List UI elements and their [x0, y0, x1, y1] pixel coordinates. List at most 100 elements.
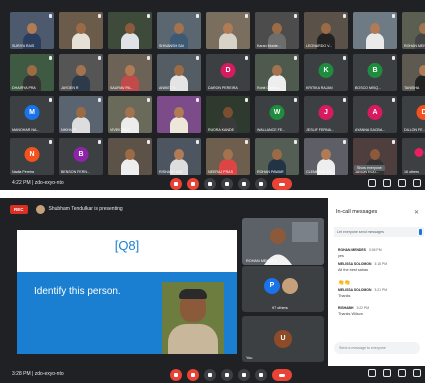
call-controls [170, 369, 292, 381]
chat-permission-toggle[interactable]: Let everyone send messages [334, 227, 424, 237]
participant-tile[interactable]: NIKHIL P [59, 96, 103, 133]
top-meet-window: SURIYA RAIS SHIVANSH SAI Karan Murde... LEO… [0, 0, 425, 190]
mic-off-button[interactable] [170, 369, 182, 381]
message-body: All the best sahas [338, 268, 368, 272]
participant-tile[interactable] [206, 12, 250, 49]
captions-button[interactable] [204, 178, 216, 190]
participant-avatar: K [318, 63, 334, 78]
participant-tile[interactable]: NEERAJ PRAS [206, 138, 250, 175]
mic-off-button[interactable] [170, 178, 182, 190]
info-separator: | [32, 180, 34, 186]
participant-tile[interactable]: ANIKET K... [157, 54, 201, 91]
participant-tile[interactable]: DHAIRYA PRA [10, 54, 54, 91]
participant-tile[interactable] [108, 12, 152, 49]
participant-tile[interactable]: M MANOHAR NA... [10, 96, 54, 133]
participant-name: SURIYA RAIS [12, 44, 35, 48]
participant-tile[interactable]: D DARON PEREIRA [206, 54, 250, 91]
present-button[interactable] [238, 369, 250, 381]
message-sender: MELISSA SOLOMON 3:18 PM [338, 262, 387, 266]
participant-tile[interactable]: SHIVANSH SAI [157, 12, 201, 49]
info-icon[interactable] [368, 179, 376, 187]
present-button[interactable] [238, 178, 250, 190]
presenter-avatar [35, 204, 45, 214]
info-icon[interactable] [368, 369, 376, 377]
participant-tile[interactable]: SAURAV PA... [108, 54, 152, 91]
participant-name: DHAIRYA PRA [12, 86, 36, 90]
participant-tile[interactable]: CLEMENTE FE... [304, 138, 348, 175]
participant-tile[interactable]: VIVEK RAO [108, 96, 152, 133]
camera-off-button[interactable] [187, 369, 199, 381]
participant-name: ROHAN MENDES [246, 259, 278, 263]
participant-tile[interactable]: A AYANNA SACBA... [353, 96, 397, 133]
participant-name: KRITIKA RAJAN [306, 86, 333, 90]
participant-name: ROHAN PAWAR [257, 170, 284, 174]
activities-icon[interactable] [413, 369, 421, 377]
mic-muted-icon [147, 140, 150, 144]
camera-off-button[interactable] [187, 178, 199, 190]
toggle-switch-icon[interactable] [419, 229, 422, 235]
others-tile[interactable]: P 97 others [242, 266, 324, 312]
mic-muted-icon [49, 14, 52, 18]
participant-name: BOSCO MISQ... [355, 86, 382, 90]
participant-tile[interactable] [157, 96, 201, 133]
sender-name: MELISSA SOLOMON [338, 262, 372, 266]
participant-tile[interactable]: SURIYA RAIS [10, 12, 54, 49]
mic-muted-icon [147, 98, 150, 102]
participant-tile[interactable]: LEONARDO V... [304, 12, 348, 49]
chat-input[interactable]: Send a message to everyone [334, 342, 420, 354]
participant-tile[interactable]: K KRITIKA RAJAN [304, 54, 348, 91]
side-panel-icons [368, 179, 421, 187]
participant-tile[interactable]: B BOSCO MISQ... [353, 54, 397, 91]
chat-icon[interactable] [398, 179, 406, 187]
participant-tile[interactable] [108, 138, 152, 175]
participant-tile[interactable] [353, 12, 397, 49]
toggle-label: Let everyone send messages [337, 230, 384, 234]
participant-tile-rohan[interactable]: ROHAN MENDES [242, 218, 324, 265]
participant-tile[interactable]: ROHAN MENDES [402, 12, 425, 49]
participant-name: SHIVANSH SAI [159, 44, 184, 48]
activities-icon[interactable] [413, 179, 421, 187]
self-tile[interactable]: U You [242, 316, 324, 362]
participant-tile[interactable]: Rohit Gaikwa... [255, 54, 299, 91]
more-options-button[interactable] [255, 369, 267, 381]
participant-tile[interactable]: N Nadia Pereira [10, 138, 54, 175]
participant-name: Nadia Pereira [12, 170, 34, 174]
end-call-button[interactable] [272, 178, 292, 190]
participant-name: 16 others [404, 170, 419, 174]
slide-text: Identify this person. [34, 286, 121, 297]
participant-tile[interactable]: J JESLIF FERNA... [304, 96, 348, 133]
mic-muted-icon [196, 140, 199, 144]
raise-hand-button[interactable] [221, 178, 233, 190]
close-icon[interactable]: ✕ [414, 209, 419, 216]
participant-tile[interactable]: RISHABH SAT [157, 138, 201, 175]
participant-tile[interactable]: W WALLANCE FE... [255, 96, 299, 133]
participant-tile[interactable]: ROHAN PAWAR [255, 138, 299, 175]
participant-tile[interactable]: 16 others [402, 138, 425, 175]
end-call-button[interactable] [272, 369, 292, 381]
self-avatar: U [274, 330, 292, 348]
message-time: 3:22 PM [356, 306, 370, 310]
participant-tile[interactable]: TANISHA [402, 54, 425, 91]
participant-figure [366, 23, 384, 49]
participant-avatar: J [318, 105, 334, 120]
slide-question-number: [Q8] [114, 238, 140, 253]
chat-message: 👏👏 [338, 278, 350, 286]
participant-tile[interactable]: D DILLON FE... [402, 96, 425, 133]
sender-name: MELISSA SOLOMON [338, 288, 372, 292]
participant-tile[interactable]: Karan Murde... [255, 12, 299, 49]
captions-button[interactable] [204, 369, 216, 381]
chat-icon[interactable] [398, 369, 406, 377]
participant-tile[interactable]: RUDRA KANDE [206, 96, 250, 133]
bottom-meet-window: REC Shubham Tendulkar is presenting [Q8]… [0, 198, 425, 383]
mic-muted-icon [49, 56, 52, 60]
mic-muted-icon [49, 98, 52, 102]
participant-name: ANIKET K... [159, 86, 179, 90]
participant-tile[interactable] [59, 12, 103, 49]
raise-hand-button[interactable] [221, 369, 233, 381]
more-options-button[interactable] [255, 178, 267, 190]
participant-tile[interactable]: B BENSON FERN... [59, 138, 103, 175]
participant-figure [121, 149, 139, 175]
participant-tile[interactable]: JAYDEN R [59, 54, 103, 91]
people-icon[interactable] [383, 179, 391, 187]
people-icon[interactable] [383, 369, 391, 377]
